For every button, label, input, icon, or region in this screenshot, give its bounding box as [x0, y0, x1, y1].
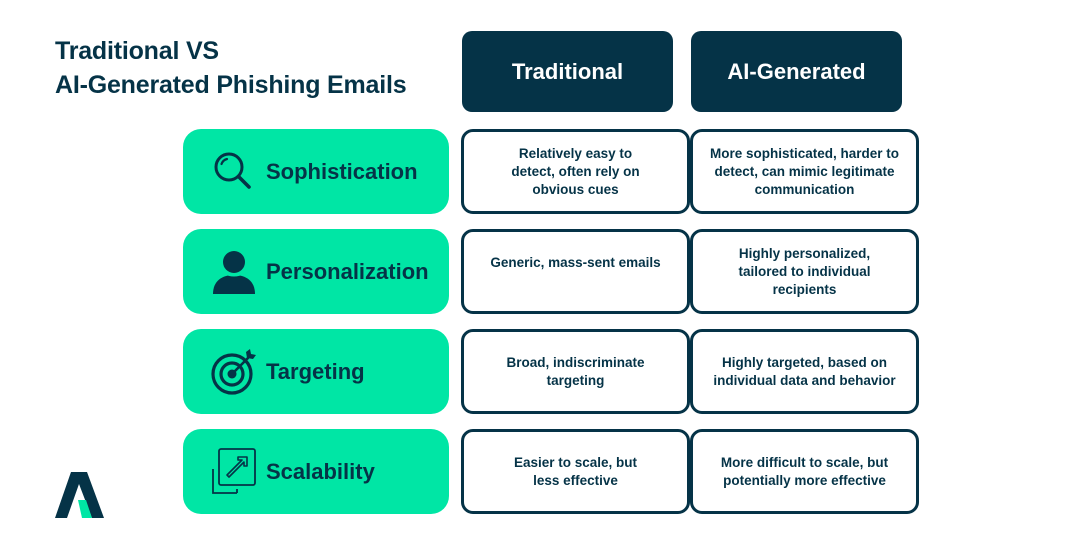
scale-up-icon: [209, 447, 259, 497]
cell-personalization-traditional: Generic, mass-sent emails: [461, 229, 690, 314]
cell-sophistication-ai: More sophisticated, harder to detect, ca…: [690, 129, 919, 214]
row-label-text: Sophistication: [266, 158, 418, 184]
cell-text: More sophisticated, harder to detect, ca…: [709, 145, 900, 197]
cell-text: Highly personalized, tailored to individ…: [738, 245, 871, 297]
row-label-targeting: Targeting: [183, 329, 449, 414]
cell-scalability-traditional: Easier to scale, but less effective: [461, 429, 690, 514]
row-label-scalability: Scalability: [183, 429, 449, 514]
row-label-text: Personalization: [266, 258, 429, 284]
cell-targeting-traditional: Broad, indiscriminate targeting: [461, 329, 690, 414]
row-label-personalization: Personalization: [183, 229, 449, 314]
cell-sophistication-traditional: Relatively easy to detect, often rely on…: [461, 129, 690, 214]
cell-text: Broad, indiscriminate targeting: [506, 354, 645, 388]
row-label-sophistication: Sophistication: [183, 129, 449, 214]
magnifying-glass-icon: [209, 147, 259, 197]
target-icon: [209, 347, 259, 397]
brand-logo: [54, 472, 106, 518]
title-line-1: Traditional VS: [55, 37, 219, 65]
row-label-text: Scalability: [266, 458, 375, 484]
cell-text: Highly targeted, based on individual dat…: [713, 354, 896, 388]
page-title: Traditional VS AI-Generated Phishing Ema…: [55, 34, 407, 102]
cell-text: Generic, mass-sent emails: [490, 254, 661, 270]
cell-scalability-ai: More difficult to scale, but potentially…: [690, 429, 919, 514]
cell-personalization-ai: Highly personalized, tailored to individ…: [690, 229, 919, 314]
cell-text: Easier to scale, but less effective: [513, 454, 638, 488]
column-header-ai-generated: AI-Generated: [691, 31, 902, 112]
cell-text: More difficult to scale, but potentially…: [720, 454, 889, 488]
cell-text: Relatively easy to detect, often rely on…: [511, 145, 640, 197]
cell-targeting-ai: Highly targeted, based on individual dat…: [690, 329, 919, 414]
column-header-traditional: Traditional: [462, 31, 673, 112]
row-label-text: Targeting: [266, 358, 365, 384]
user-icon: [209, 247, 259, 297]
title-line-2: AI-Generated Phishing Emails: [55, 71, 407, 99]
